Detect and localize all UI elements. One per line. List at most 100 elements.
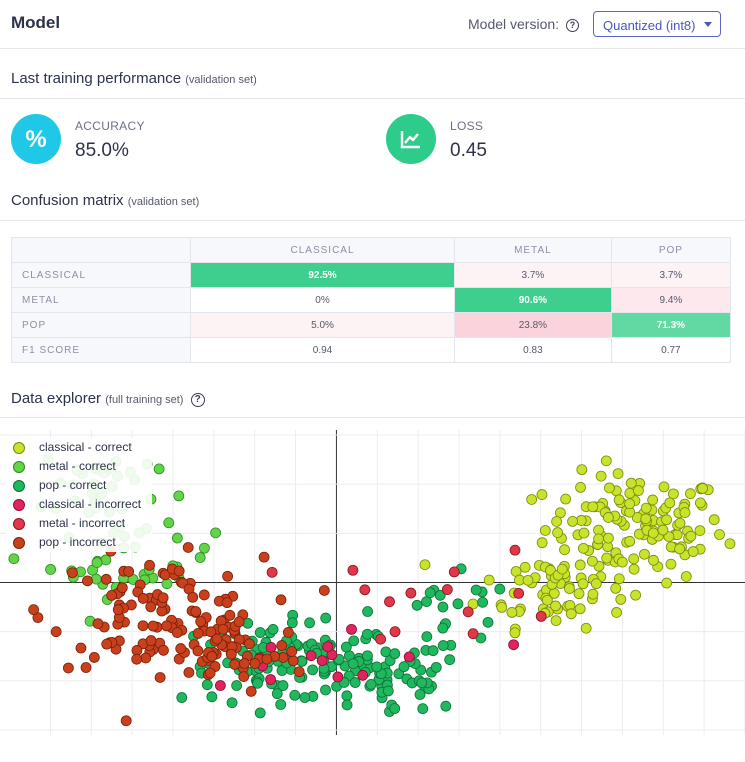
- data-point[interactable]: [365, 679, 377, 690]
- legend-item[interactable]: classical - incorrect: [6, 495, 152, 514]
- data-point[interactable]: [556, 563, 568, 575]
- data-point[interactable]: [267, 624, 279, 635]
- data-point[interactable]: [437, 622, 449, 634]
- data-point[interactable]: [664, 497, 676, 509]
- data-point[interactable]: [647, 494, 659, 506]
- data-point[interactable]: [361, 628, 373, 640]
- data-point[interactable]: [724, 538, 736, 550]
- data-point[interactable]: [123, 566, 135, 577]
- data-point[interactable]: [519, 561, 531, 573]
- data-point[interactable]: [389, 648, 401, 660]
- data-point[interactable]: [106, 590, 118, 601]
- data-point[interactable]: [307, 664, 318, 676]
- data-point[interactable]: [176, 692, 188, 703]
- data-point[interactable]: [173, 490, 185, 502]
- data-point[interactable]: [467, 628, 479, 640]
- data-point[interactable]: [639, 548, 650, 560]
- data-point[interactable]: [601, 552, 613, 564]
- data-point[interactable]: [289, 689, 301, 701]
- data-point[interactable]: [382, 685, 394, 697]
- data-point[interactable]: [587, 501, 599, 513]
- data-point[interactable]: [318, 585, 330, 596]
- data-point[interactable]: [62, 662, 74, 674]
- data-point[interactable]: [362, 606, 374, 617]
- data-point[interactable]: [226, 697, 238, 709]
- data-point[interactable]: [221, 597, 233, 609]
- model-version-select[interactable]: Quantized (int8): [593, 11, 721, 37]
- data-point[interactable]: [603, 532, 614, 544]
- data-point[interactable]: [685, 488, 696, 500]
- data-point[interactable]: [8, 553, 20, 565]
- data-point[interactable]: [578, 542, 589, 554]
- data-point[interactable]: [349, 677, 361, 688]
- data-point[interactable]: [593, 533, 604, 545]
- data-point[interactable]: [674, 543, 686, 555]
- data-point[interactable]: [658, 481, 670, 493]
- data-point[interactable]: [163, 517, 175, 529]
- data-point[interactable]: [590, 578, 602, 590]
- data-point[interactable]: [254, 707, 266, 719]
- data-point[interactable]: [299, 692, 311, 703]
- data-point[interactable]: [137, 620, 149, 632]
- data-point[interactable]: [225, 648, 237, 660]
- data-point[interactable]: [192, 628, 204, 639]
- data-point[interactable]: [137, 593, 149, 604]
- data-point[interactable]: [265, 674, 276, 685]
- data-point[interactable]: [416, 677, 428, 689]
- data-point[interactable]: [320, 684, 331, 696]
- data-point[interactable]: [424, 587, 436, 599]
- data-point[interactable]: [389, 703, 401, 714]
- data-point[interactable]: [440, 700, 452, 712]
- data-point[interactable]: [275, 594, 287, 606]
- data-point[interactable]: [304, 617, 315, 629]
- data-point[interactable]: [347, 564, 359, 576]
- data-point[interactable]: [50, 626, 62, 638]
- data-point[interactable]: [448, 566, 460, 578]
- data-point[interactable]: [266, 566, 278, 578]
- legend-item[interactable]: pop - incorrect: [6, 533, 152, 552]
- data-point[interactable]: [238, 658, 250, 669]
- data-point[interactable]: [462, 606, 474, 618]
- data-point[interactable]: [665, 558, 677, 570]
- data-point[interactable]: [320, 612, 332, 624]
- data-point[interactable]: [578, 527, 590, 539]
- data-point[interactable]: [477, 596, 489, 608]
- data-point[interactable]: [210, 527, 222, 539]
- data-point[interactable]: [171, 627, 183, 638]
- data-point[interactable]: [161, 578, 173, 590]
- data-point[interactable]: [101, 638, 113, 650]
- data-point[interactable]: [657, 524, 669, 536]
- data-point[interactable]: [271, 688, 283, 700]
- data-point[interactable]: [680, 571, 692, 582]
- data-point[interactable]: [199, 542, 210, 554]
- data-point[interactable]: [697, 483, 708, 494]
- data-point[interactable]: [341, 699, 353, 711]
- data-point[interactable]: [244, 638, 255, 650]
- data-point[interactable]: [405, 587, 417, 599]
- data-point[interactable]: [522, 574, 534, 586]
- data-point[interactable]: [551, 516, 563, 527]
- data-point[interactable]: [287, 655, 299, 667]
- data-point[interactable]: [640, 502, 652, 514]
- data-point[interactable]: [470, 584, 482, 596]
- data-point[interactable]: [154, 672, 166, 683]
- data-point[interactable]: [157, 592, 169, 604]
- data-point[interactable]: [282, 627, 294, 638]
- data-point[interactable]: [275, 699, 287, 710]
- data-point[interactable]: [526, 494, 538, 505]
- data-point[interactable]: [316, 655, 328, 667]
- data-point[interactable]: [574, 559, 586, 571]
- data-point[interactable]: [587, 588, 599, 600]
- data-point[interactable]: [348, 635, 360, 647]
- data-point[interactable]: [586, 555, 598, 567]
- data-point[interactable]: [147, 620, 159, 632]
- data-point[interactable]: [82, 575, 93, 587]
- data-point[interactable]: [261, 653, 273, 665]
- data-point[interactable]: [245, 685, 257, 697]
- data-point[interactable]: [483, 574, 495, 586]
- data-point[interactable]: [552, 527, 564, 538]
- data-point[interactable]: [224, 609, 236, 621]
- data-point[interactable]: [603, 482, 615, 494]
- data-point[interactable]: [322, 641, 334, 653]
- data-point[interactable]: [575, 481, 586, 493]
